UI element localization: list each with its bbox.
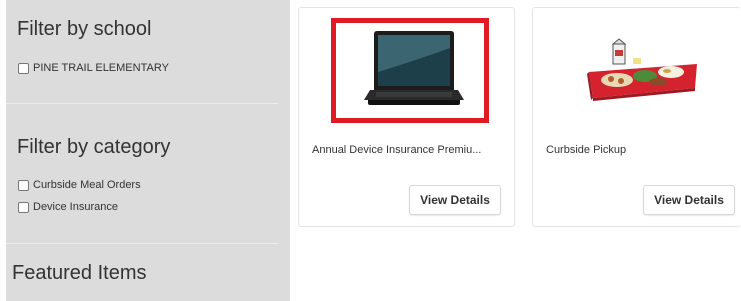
product-title[interactable]: Annual Device Insurance Premiu... xyxy=(312,144,502,156)
view-details-button[interactable]: View Details xyxy=(643,185,735,215)
lunch-tray-image xyxy=(587,38,697,101)
school-option-pine-trail[interactable]: PINE TRAIL ELEMENTARY xyxy=(18,62,169,74)
product-card-curbside-pickup[interactable]: Curbside Pickup View Details xyxy=(532,7,741,227)
divider xyxy=(6,103,278,104)
filter-by-school-heading: Filter by school xyxy=(17,18,152,40)
divider xyxy=(6,243,278,244)
laptop-image xyxy=(364,31,464,105)
checkbox[interactable] xyxy=(18,62,29,74)
featured-items-heading: Featured Items xyxy=(12,262,147,284)
product-title[interactable]: Curbside Pickup xyxy=(546,144,726,156)
checkbox[interactable] xyxy=(18,201,29,213)
category-option-label: Curbside Meal Orders xyxy=(33,179,141,191)
school-option-label: PINE TRAIL ELEMENTARY xyxy=(33,62,169,74)
product-card-device-insurance[interactable]: Annual Device Insurance Premiu... View D… xyxy=(298,7,515,227)
checkbox[interactable] xyxy=(18,179,29,191)
category-option-label: Device Insurance xyxy=(33,201,118,213)
category-option-device-insurance[interactable]: Device Insurance xyxy=(18,201,118,213)
view-details-button[interactable]: View Details xyxy=(409,185,501,215)
filter-by-category-heading: Filter by category xyxy=(17,136,171,158)
category-option-curbside-meal-orders[interactable]: Curbside Meal Orders xyxy=(18,179,141,191)
filter-sidebar: Filter by school PINE TRAIL ELEMENTARY F… xyxy=(6,0,290,301)
